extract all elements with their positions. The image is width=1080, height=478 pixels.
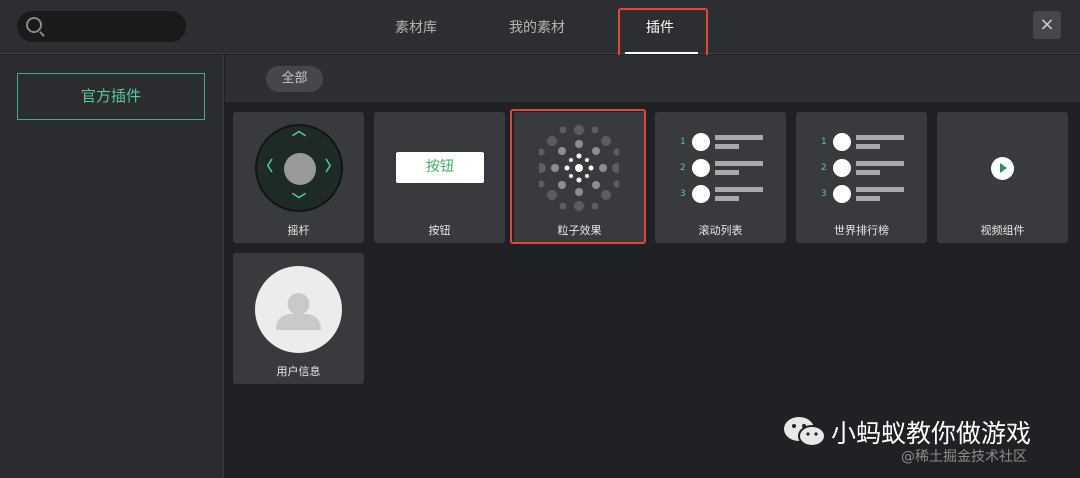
plugins-tab-highlight <box>618 8 708 61</box>
plugin-label: 滚动列表 <box>698 224 743 237</box>
tab-my-materials[interactable]: 我的素材 <box>509 17 565 37</box>
wechat-logo-icon <box>784 417 826 447</box>
plugin-card-world-leaderboard[interactable]: 1 2 3 世界排行榜 <box>796 112 927 243</box>
plugin-label: 视频组件 <box>980 224 1025 237</box>
button-icon: 按钮 <box>396 152 484 183</box>
joystick-icon: ︿ ﹀ 〈 〉 <box>255 124 343 212</box>
plugin-label: 世界排行榜 <box>834 224 889 237</box>
user-avatar-icon <box>255 266 342 353</box>
watermark: 小蚂蚁教你做游戏 @稀土掘金技术社区 <box>783 412 1073 472</box>
plugin-label: 摇杆 <box>287 224 310 237</box>
close-button[interactable]: × <box>1033 11 1061 39</box>
plugin-card-video[interactable]: 视频组件 <box>937 112 1068 243</box>
top-bar: 素材库 我的素材 插件 × <box>0 0 1080 54</box>
plugin-card-user-info[interactable]: 用户信息 <box>233 253 364 384</box>
plugin-label: 用户信息 <box>276 365 321 378</box>
play-icon <box>991 157 1014 180</box>
watermark-title: 小蚂蚁教你做游戏 <box>831 419 1032 448</box>
filter-bar: 全部 <box>225 55 1080 102</box>
filter-all-chip[interactable]: 全部 <box>266 66 323 92</box>
plugin-card-button[interactable]: 按钮 按钮 <box>374 112 505 243</box>
sidebar-item-official-plugins[interactable]: 官方插件 <box>17 73 205 120</box>
plugin-label: 按钮 <box>428 224 451 237</box>
search-box[interactable] <box>17 11 186 42</box>
particle-card-highlight <box>510 109 646 244</box>
plugin-card-scroll-list[interactable]: 1 2 3 滚动列表 <box>655 112 786 243</box>
search-input[interactable] <box>51 15 179 38</box>
sidebar: 官方插件 <box>0 55 224 478</box>
tab-material-library[interactable]: 素材库 <box>395 17 437 37</box>
plugin-card-joystick[interactable]: ︿ ﹀ 〈 〉 摇杆 <box>233 112 364 243</box>
search-icon <box>26 17 42 33</box>
watermark-subtitle: @稀土掘金技术社区 <box>901 449 1027 465</box>
